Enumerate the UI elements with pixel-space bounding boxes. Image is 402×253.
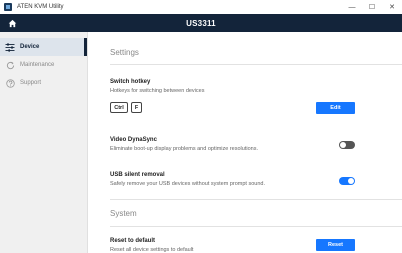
sidebar: Device Maintenance Support xyxy=(0,32,88,253)
video-dynasync-toggle[interactable] xyxy=(339,141,355,149)
refresh-icon xyxy=(5,60,15,70)
sidebar-item-device[interactable]: Device xyxy=(0,38,87,56)
sidebar-item-maintenance[interactable]: Maintenance xyxy=(0,56,87,74)
usb-silent-removal-description: Safely remove your USB devices without s… xyxy=(110,181,265,187)
switch-hotkey-title: Switch hotkey xyxy=(110,79,151,85)
system-divider xyxy=(110,226,402,227)
sidebar-item-label: Maintenance xyxy=(20,62,55,68)
section-divider xyxy=(110,199,402,200)
reset-button[interactable]: Reset xyxy=(316,239,355,251)
usb-silent-removal-title: USB silent removal xyxy=(110,172,165,178)
sliders-icon xyxy=(5,42,15,52)
switch-hotkey-description: Hotkeys for switching between devices xyxy=(110,88,205,94)
sidebar-item-support[interactable]: Support xyxy=(0,74,87,92)
window-controls: — ☐ ✕ xyxy=(342,0,402,14)
question-icon xyxy=(5,78,15,88)
hotkey-key-ctrl: Ctrl xyxy=(110,102,128,113)
video-dynasync-title: Video DynaSync xyxy=(110,137,157,143)
sidebar-item-label: Support xyxy=(20,80,42,86)
sidebar-item-label: Device xyxy=(20,44,40,50)
settings-divider xyxy=(110,64,402,65)
reset-title: Reset to default xyxy=(110,238,156,244)
app-logo-icon xyxy=(4,3,12,11)
usb-silent-removal-toggle[interactable] xyxy=(339,177,355,185)
home-button[interactable] xyxy=(0,14,24,32)
settings-panel: Settings Switch hotkey Hotkeys for switc… xyxy=(88,32,402,253)
reset-description: Reset all device settings to default xyxy=(110,247,194,253)
minimize-button[interactable]: — xyxy=(342,0,362,14)
system-section-title: System xyxy=(110,209,137,218)
maximize-button[interactable]: ☐ xyxy=(362,0,382,14)
toggle-knob xyxy=(348,178,354,184)
toggle-knob xyxy=(340,142,346,148)
home-icon xyxy=(8,19,16,27)
hotkey-key-f: F xyxy=(131,102,142,113)
video-dynasync-description: Eliminate boot-up display problems and o… xyxy=(110,146,258,152)
device-name: US3311 xyxy=(186,18,216,28)
settings-section-title: Settings xyxy=(110,48,139,57)
edit-hotkey-button[interactable]: Edit xyxy=(316,102,355,114)
window-titlebar: ATEN KVM Utility — ☐ ✕ xyxy=(0,0,402,14)
close-button[interactable]: ✕ xyxy=(382,0,402,14)
window-title: ATEN KVM Utility xyxy=(17,4,64,10)
device-header: US3311 xyxy=(0,14,402,32)
